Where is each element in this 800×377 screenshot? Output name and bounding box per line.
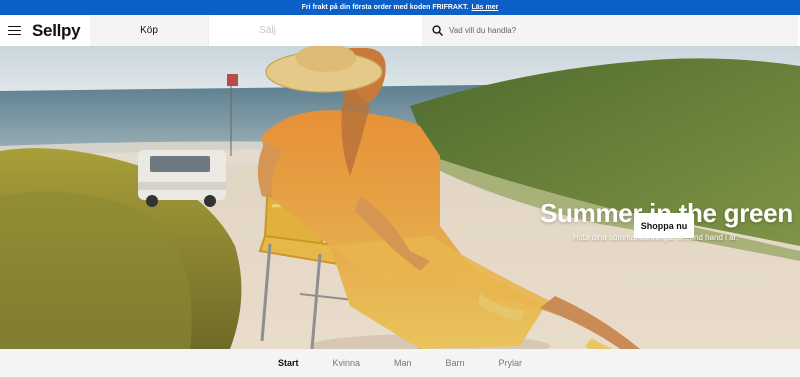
hero-banner: Summer in the green Hitta dina sommarklä… [0, 46, 800, 349]
category-nav: Start Kvinna Man Barn Prylar [0, 349, 800, 377]
search-icon [432, 25, 443, 36]
nav-man[interactable]: Man [394, 358, 412, 368]
shop-now-button[interactable]: Shoppa nu [634, 213, 694, 238]
nav-barn[interactable]: Barn [446, 358, 465, 368]
site-header: Sellpy Köp Sälj [0, 15, 800, 46]
nav-kvinna[interactable]: Kvinna [332, 358, 360, 368]
tab-sell[interactable]: Sälj [208, 15, 326, 46]
nav-prylar[interactable]: Prylar [499, 358, 523, 368]
promo-read-more-link[interactable]: Läs mer [472, 4, 499, 11]
tab-buy[interactable]: Köp [90, 15, 208, 46]
search-bar[interactable] [422, 15, 798, 46]
logo[interactable]: Sellpy [26, 15, 90, 46]
header-spacer [326, 15, 422, 46]
hamburger-menu-icon[interactable] [2, 15, 26, 46]
promo-text: Fri frakt på din första order med koden … [301, 4, 469, 11]
promo-banner: Fri frakt på din första order med koden … [0, 0, 800, 15]
nav-start[interactable]: Start [278, 358, 299, 368]
search-input[interactable] [449, 26, 749, 35]
